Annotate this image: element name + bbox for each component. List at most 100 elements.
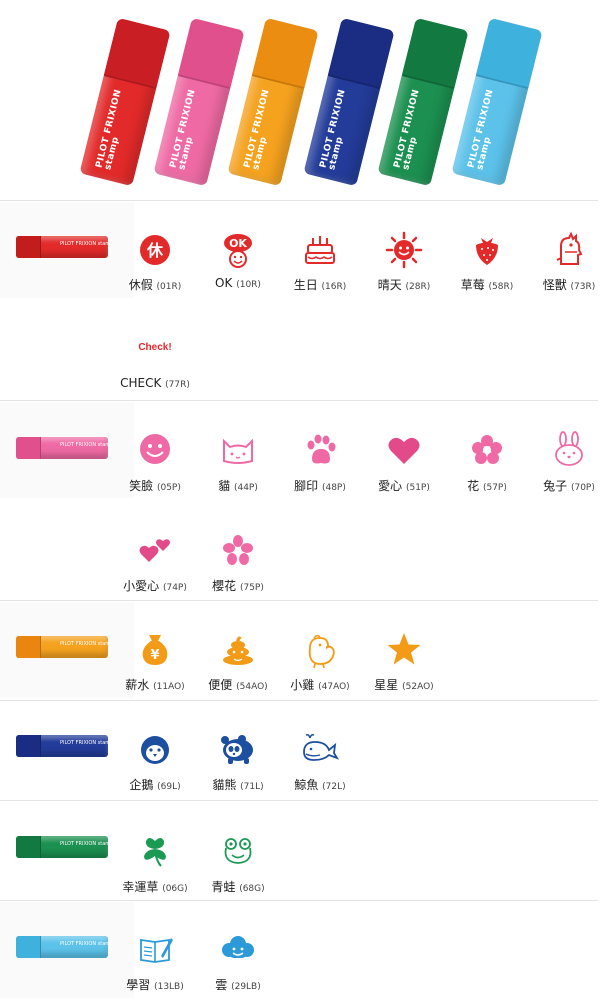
stamp-name: 便便: [208, 678, 233, 692]
stamp-code: (29LB): [231, 982, 261, 992]
stamp-code: (77R): [165, 380, 190, 390]
divider: [0, 800, 598, 801]
stamp-item[interactable]: 兔子 (70P): [527, 431, 611, 501]
stamp-item[interactable]: 腳印 (48P): [278, 431, 362, 501]
stamp-code: (68G): [239, 884, 265, 894]
stamp-item[interactable]: 企鵝 (69L): [113, 730, 197, 800]
stamp-name: 生日: [293, 278, 318, 292]
cat-icon: [223, 438, 253, 464]
stamp-code: (69L): [157, 782, 181, 792]
divider: [0, 600, 598, 601]
stamp-item[interactable]: 櫻花 (75P): [196, 531, 280, 601]
pen-brand-text: PILOT FRIXION stamp: [60, 841, 114, 847]
rabbit-icon: [555, 431, 583, 466]
stamp-item[interactable]: 幸運草 (06G): [113, 832, 197, 902]
stamp-name: 企鵝: [129, 778, 154, 792]
stamp-code: (52AO): [402, 682, 434, 692]
stamp-name: 愛心: [378, 479, 403, 493]
study-icon: [140, 938, 173, 963]
pen-brand-text: PILOT FRIXION stamp: [60, 442, 114, 448]
stamp-name: OK: [215, 276, 233, 290]
penguin-icon: [141, 736, 169, 764]
heart-icon: [388, 437, 420, 464]
stamp-name: 青蛙: [211, 880, 236, 894]
stamp-item[interactable]: 休 休假 (01R): [113, 230, 197, 300]
pen-brand-text: PILOT FRIXION stamp: [392, 88, 422, 172]
small-hearts-icon: [139, 539, 170, 562]
stamp-code: (75P): [239, 583, 264, 593]
stamp-code: (74P): [162, 583, 187, 593]
money-bag-icon: ¥: [142, 635, 168, 665]
stamp-item[interactable]: 生日 (16R): [278, 230, 362, 300]
stamp-code: (11AO): [153, 682, 185, 692]
stamp-code: (72L): [322, 782, 346, 792]
stamp-item[interactable]: ¥ 薪水 (11AO): [113, 630, 197, 700]
star-icon: [387, 633, 421, 665]
stamp-item[interactable]: 星星 (52AO): [362, 630, 446, 700]
pen-brand-text: PILOT FRIXION stamp: [168, 88, 198, 172]
divider: [0, 700, 598, 701]
stamp-name: 草莓: [460, 278, 485, 292]
stamp-label: 櫻花 (75P): [186, 577, 290, 594]
clover-icon: [144, 838, 166, 867]
stamp-name: 小愛心: [123, 579, 160, 593]
stamp-code: (54AO): [236, 682, 268, 692]
stamp-item[interactable]: Check! CHECK (77R): [113, 330, 197, 400]
stamp-code: (70P): [570, 483, 595, 493]
stamp-name: 小雞: [290, 678, 315, 692]
stamp-name: 笑臉: [129, 479, 154, 493]
smile-icon: [140, 434, 170, 464]
stamp-item[interactable]: 小雞 (47AO): [278, 630, 362, 700]
stamp-item[interactable]: 晴天 (28R): [362, 230, 446, 300]
stamp-name: 薪水: [125, 678, 150, 692]
stamp-code: (13LB): [154, 982, 184, 992]
cloud-icon: [222, 936, 254, 958]
section-orange-pen: PILOT FRIXION stamp: [16, 636, 113, 658]
pen-brand-text: PILOT FRIXION stamp: [60, 740, 114, 746]
sakura-icon: [223, 535, 253, 565]
check-icon: Check!: [135, 330, 175, 370]
stamp-name: 鯨魚: [294, 778, 319, 792]
stamp-item[interactable]: 學習 (13LB): [113, 930, 197, 1000]
stamp-code: (73R): [570, 282, 596, 292]
stamp-item[interactable]: 笑臉 (05P): [113, 431, 197, 501]
stamp-item[interactable]: 青蛙 (68G): [196, 832, 280, 902]
stamp-label: 星星 (52AO): [352, 676, 456, 693]
divider: [0, 900, 598, 901]
stamp-code: (10R): [236, 280, 261, 290]
strawberry-icon: [476, 238, 498, 265]
poop-icon: [223, 636, 253, 665]
paw-icon: [307, 434, 336, 464]
section-pink-pen: PILOT FRIXION stamp: [16, 437, 113, 459]
stamp-item[interactable]: 小愛心 (74P): [113, 531, 197, 601]
pen-brand-text: PILOT FRIXION stamp: [60, 941, 114, 947]
stamp-name: 兔子: [543, 479, 568, 493]
stamp-name: CHECK: [120, 376, 162, 390]
monster-icon: [556, 231, 583, 265]
pen-brand-text: PILOT FRIXION stamp: [466, 88, 496, 172]
section-blue-pen: PILOT FRIXION stamp: [16, 735, 113, 757]
stamp-name: 櫻花: [212, 579, 237, 593]
stamp-name: 雲: [215, 978, 228, 992]
section-green-pen: PILOT FRIXION stamp: [16, 836, 113, 858]
pen-brand-text: PILOT FRIXION stamp: [242, 88, 272, 172]
stamp-label: 雲 (29LB): [186, 976, 290, 993]
rest-icon: 休: [140, 235, 170, 265]
stamp-name: 星星: [374, 678, 399, 692]
stamp-item[interactable]: 雲 (29LB): [196, 930, 280, 1000]
stamp-code: (48P): [321, 483, 346, 493]
pen-brand-text: PILOT FRIXION stamp: [60, 641, 114, 647]
stamp-item[interactable]: 鯨魚 (72L): [278, 730, 362, 800]
stamp-code: (06G): [162, 884, 188, 894]
stamp-label: 鯨魚 (72L): [268, 776, 372, 793]
section-red-pen: PILOT FRIXION stamp: [16, 236, 113, 258]
stamp-item[interactable]: 怪獸 (73R): [527, 230, 611, 300]
sun-icon: [385, 231, 423, 269]
stamp-code: (57P): [482, 483, 507, 493]
stamp-item[interactable]: 愛心 (51P): [362, 431, 446, 501]
stamp-name: 怪獸: [542, 278, 567, 292]
stamp-name: 腳印: [294, 479, 319, 493]
chick-icon: [308, 634, 335, 669]
stamp-code: (28R): [405, 282, 431, 292]
divider: [0, 200, 598, 201]
